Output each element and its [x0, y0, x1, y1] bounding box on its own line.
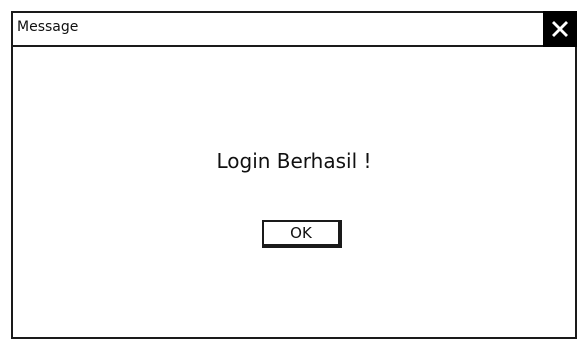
dialog-message: Login Berhasil !: [216, 149, 372, 173]
close-icon: [552, 21, 568, 37]
dialog-titlebar: Message: [13, 11, 577, 47]
ok-button[interactable]: OK: [262, 220, 342, 248]
message-dialog: Message Login Berhasil ! OK: [11, 11, 577, 339]
close-button[interactable]: [543, 11, 577, 47]
dialog-title: Message: [17, 19, 79, 35]
